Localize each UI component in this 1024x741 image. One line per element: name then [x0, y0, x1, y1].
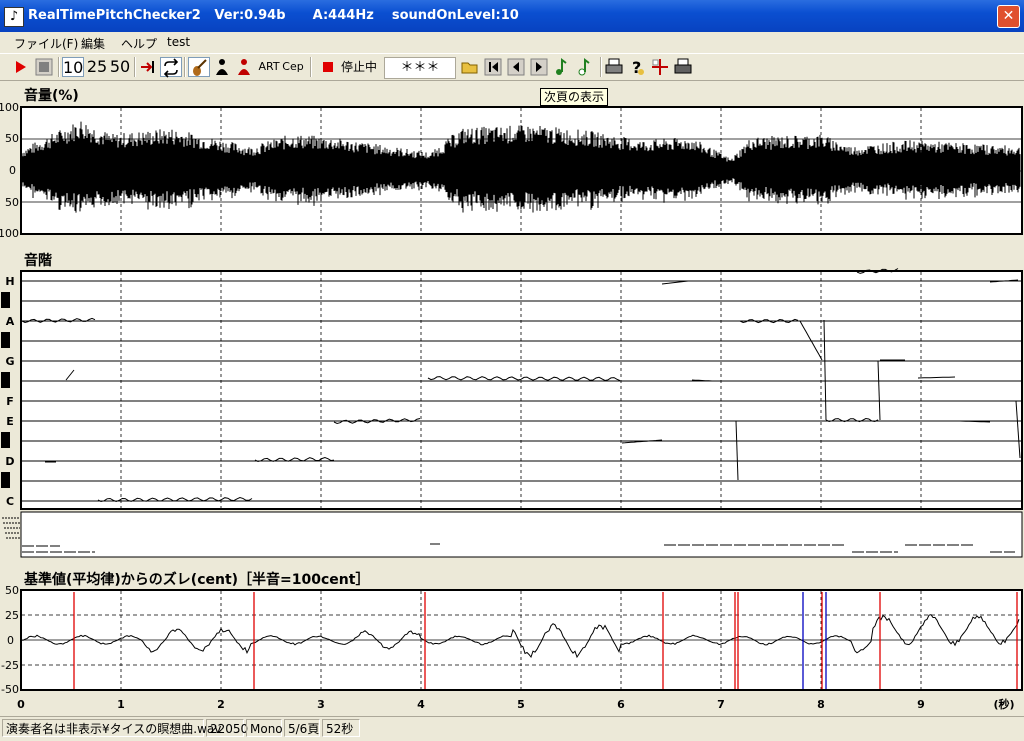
cent-tick-label: -25: [1, 659, 19, 672]
note-label-d: D: [5, 455, 14, 468]
time-tick-label: 8: [817, 698, 825, 711]
status-rate: 22050: [206, 719, 248, 737]
next-page-tooltip: 次頁の表示: [540, 88, 609, 106]
time-tick-label: 9: [917, 698, 925, 711]
pitch-plot-area: [20, 270, 1023, 510]
time-tick-label: 7: [717, 698, 725, 711]
cent-tick-label: -50: [1, 683, 19, 696]
time-tick-label: 5: [517, 698, 525, 711]
volume-tick-label: 50: [5, 196, 19, 209]
cent-panel: 50 25 0 -25 -50: [1, 584, 1023, 696]
status-page: 5/6頁: [284, 719, 320, 737]
volume-tick-label: 0: [9, 164, 16, 177]
status-bar: 演奏者名は非表示¥タイスの瞑想曲.wav 22050 Mono 5/6頁 52秒: [0, 716, 1024, 741]
octave-strip-area: [20, 511, 1023, 558]
volume-panel: 100 50 0 50 100: [0, 101, 1023, 240]
time-tick-label: 6: [617, 698, 625, 711]
cent-tick-label: 0: [7, 634, 14, 647]
time-tick-label: 2: [217, 698, 225, 711]
cent-tick-label: 50: [5, 584, 19, 597]
piano-black-key: [1, 332, 10, 348]
time-tick-label: 1: [117, 698, 125, 711]
note-label-c: C: [6, 495, 14, 508]
volume-tick-label: 50: [5, 132, 19, 145]
piano-black-key: [1, 372, 10, 388]
cent-tick-label: 25: [5, 609, 19, 622]
volume-tick-label: 100: [0, 227, 19, 240]
time-tick-label: 3: [317, 698, 325, 711]
status-channels: Mono: [246, 719, 283, 737]
note-label-f: F: [6, 395, 14, 408]
plot-canvas[interactable]: 100 50 0 50 100 H A G F E D C 50 25 0 -2…: [0, 0, 1024, 716]
time-tick-label: 4: [417, 698, 425, 711]
piano-black-key: [1, 472, 10, 488]
volume-tick-label: 100: [0, 101, 19, 114]
time-tick-label: 0: [17, 698, 25, 711]
time-axis: 0 1 2 3 4 5 6 7 8 9 (秒): [17, 697, 1014, 711]
note-label-a: A: [6, 315, 15, 328]
piano-black-key: [1, 432, 10, 448]
status-duration: 52秒: [322, 719, 360, 737]
piano-black-key: [1, 292, 10, 308]
note-label-g: G: [5, 355, 14, 368]
time-unit-label: (秒): [993, 697, 1014, 711]
note-label-h: H: [5, 275, 14, 288]
octave-strip: [2, 511, 1023, 558]
pitch-panel: H A G F E D C: [1, 268, 1023, 510]
note-label-e: E: [6, 415, 14, 428]
status-file: 演奏者名は非表示¥タイスの瞑想曲.wav: [2, 719, 221, 737]
